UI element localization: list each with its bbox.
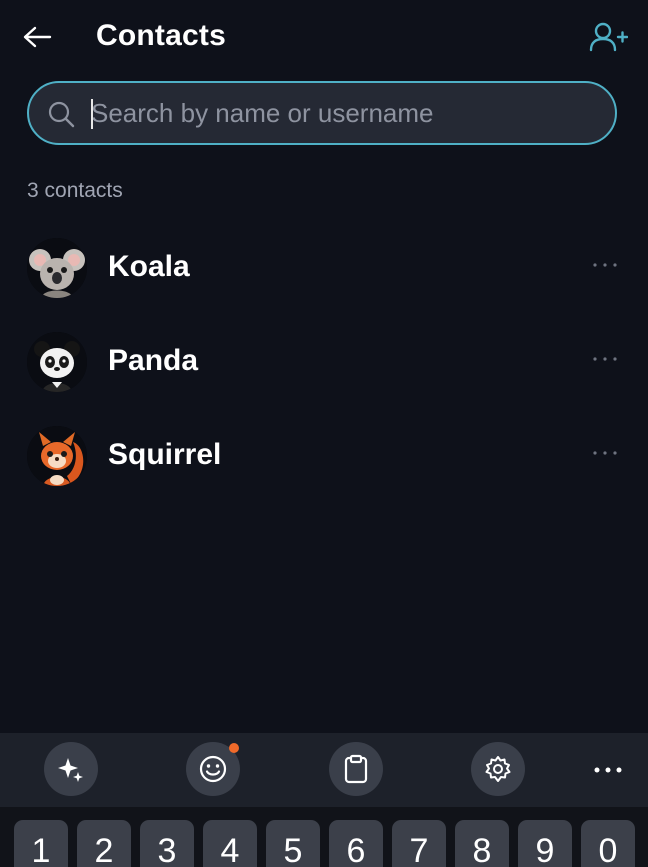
search-icon <box>48 101 75 128</box>
key-8[interactable]: 8 <box>455 820 509 867</box>
squirrel-avatar <box>27 426 87 486</box>
list-item[interactable]: Panda <box>0 316 648 410</box>
contacts-count: 3 contacts <box>27 179 123 202</box>
arrow-left-icon <box>23 26 52 48</box>
list-item[interactable]: Koala <box>0 222 648 316</box>
text-cursor <box>91 99 93 129</box>
key-2[interactable]: 2 <box>77 820 131 867</box>
clipboard-icon <box>344 754 368 784</box>
key-6[interactable]: 6 <box>329 820 383 867</box>
keyboard: 1 2 3 4 5 6 7 8 9 0 <box>0 807 648 867</box>
key-0[interactable]: 0 <box>581 820 635 867</box>
more-horizontal-icon <box>593 357 617 361</box>
key-4[interactable]: 4 <box>203 820 257 867</box>
key-9[interactable]: 9 <box>518 820 572 867</box>
sparkles-icon <box>58 758 83 782</box>
search-input[interactable] <box>91 83 591 143</box>
list-item[interactable]: Squirrel <box>0 410 648 504</box>
more-horizontal-icon <box>593 451 617 455</box>
contact-name: Squirrel <box>108 438 222 471</box>
ai-tools-button[interactable] <box>44 742 98 796</box>
more-horizontal-icon <box>593 263 617 267</box>
key-3[interactable]: 3 <box>140 820 194 867</box>
notification-dot <box>229 743 239 753</box>
back-button[interactable] <box>20 22 54 52</box>
key-1[interactable]: 1 <box>14 820 68 867</box>
clipboard-button[interactable] <box>329 742 383 796</box>
panda-avatar <box>27 332 87 392</box>
contact-more-button[interactable] <box>590 438 620 468</box>
contact-name: Panda <box>108 344 199 377</box>
key-5[interactable]: 5 <box>266 820 320 867</box>
contact-name: Koala <box>108 250 190 283</box>
keyboard-more-button[interactable] <box>588 755 628 785</box>
more-icon <box>594 767 622 773</box>
settings-icon <box>485 756 511 782</box>
search-bar[interactable] <box>27 81 617 145</box>
settings-button[interactable] <box>471 742 525 796</box>
contact-more-button[interactable] <box>590 250 620 280</box>
add-contact-icon <box>589 22 628 52</box>
keyboard-toolbar <box>0 733 648 807</box>
add-contact-button[interactable] <box>586 20 630 54</box>
key-7[interactable]: 7 <box>392 820 446 867</box>
contact-more-button[interactable] <box>590 344 620 374</box>
koala-avatar <box>27 238 87 298</box>
header: Contacts <box>0 0 648 78</box>
page-title: Contacts <box>96 19 226 52</box>
emoji-icon <box>199 755 227 783</box>
